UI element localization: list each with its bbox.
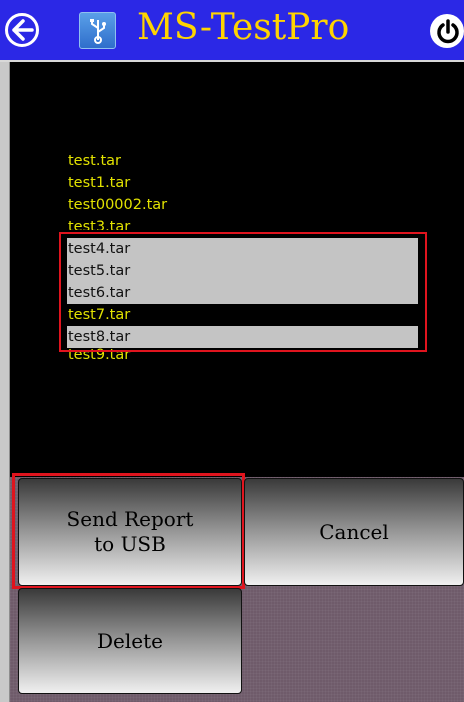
header-bar: MS-TestPro <box>0 0 464 62</box>
back-arrow-icon[interactable] <box>5 13 39 47</box>
file-item-test8[interactable]: test8.tar <box>67 326 418 348</box>
file-item-test00002[interactable]: test00002.tar <box>67 194 418 216</box>
usb-icon[interactable] <box>79 12 116 49</box>
file-item-test9[interactable]: test9.tar <box>67 346 418 366</box>
send-report-label-line1: Send Report <box>66 507 194 531</box>
delete-button[interactable]: Delete <box>18 588 242 694</box>
app-title: MS-TestPro <box>137 7 350 48</box>
cancel-button[interactable]: Cancel <box>244 478 464 586</box>
file-item-test[interactable]: test.tar <box>67 150 418 172</box>
file-item-test4[interactable]: test4.tar <box>67 238 418 260</box>
file-item-test6[interactable]: test6.tar <box>67 282 418 304</box>
power-icon[interactable] <box>430 14 464 48</box>
file-item-test5[interactable]: test5.tar <box>67 260 418 282</box>
window-left-edge <box>0 0 10 702</box>
cancel-label: Cancel <box>319 519 389 544</box>
send-report-button[interactable]: Send Report to USB <box>18 478 242 586</box>
file-list: test.tar test1.tar test00002.tar test3.t… <box>10 62 464 477</box>
file-item-test1[interactable]: test1.tar <box>67 172 418 194</box>
file-item-test3[interactable]: test3.tar <box>67 216 418 230</box>
delete-label: Delete <box>97 628 163 653</box>
file-item-test7[interactable]: test7.tar <box>67 304 418 326</box>
send-report-label-line2: to USB <box>94 532 166 556</box>
